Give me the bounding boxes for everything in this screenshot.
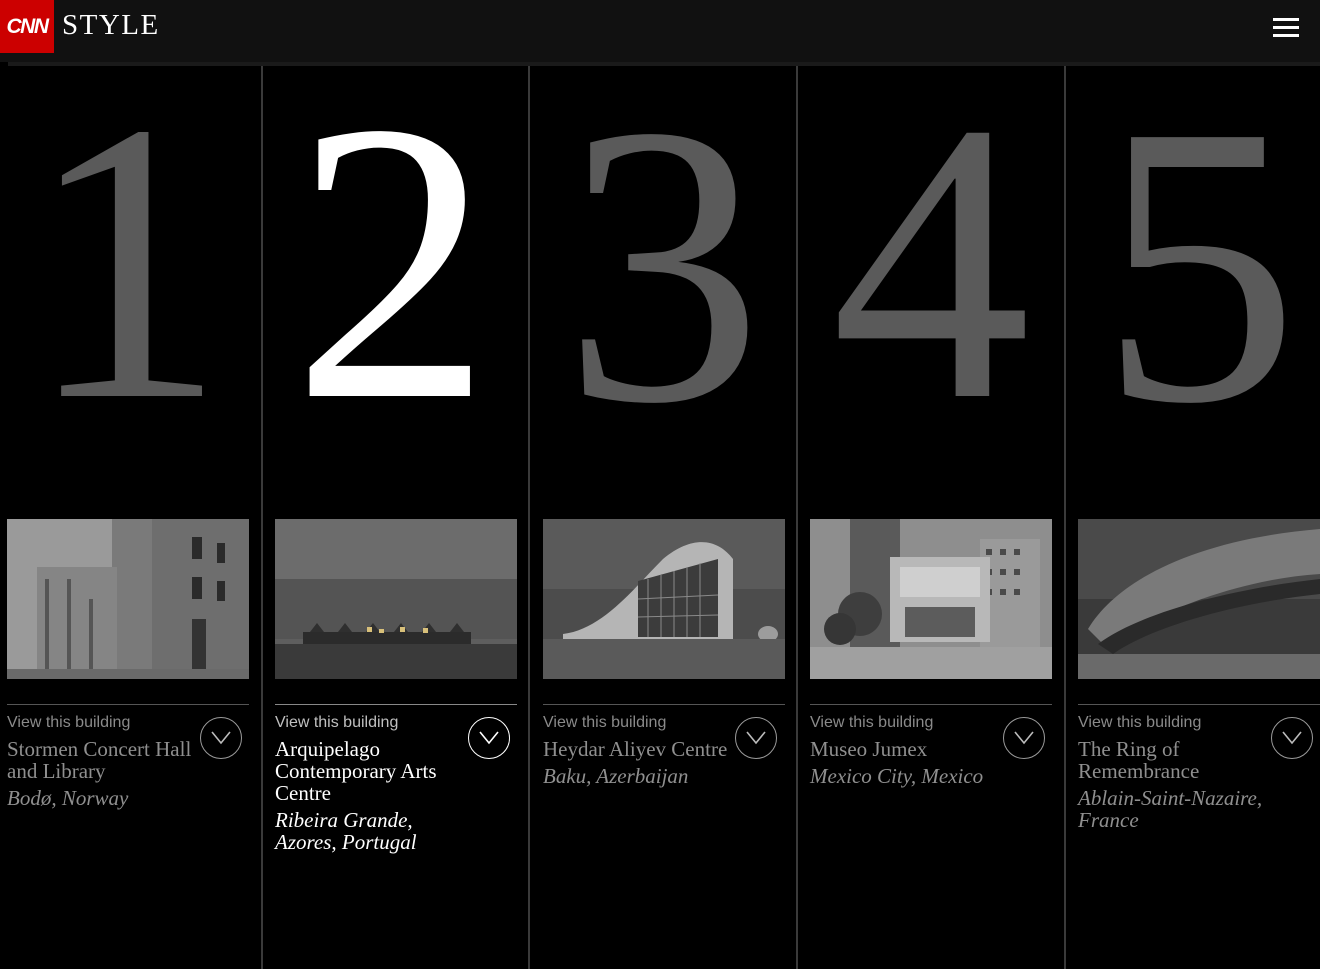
card-rule	[543, 704, 785, 705]
building-location: Ribeira Grande, Azores, Portugal	[275, 808, 417, 854]
building-card-4[interactable]: 4 View this building Museo Jumex Mexico …	[798, 40, 1064, 969]
building-name: Museo Jumex	[810, 737, 928, 761]
view-building-link[interactable]: View this building	[1078, 714, 1201, 732]
building-name: The Ring of Remembrance	[1078, 737, 1200, 783]
building-number-2: 2	[263, 40, 528, 483]
building-name-block: The Ring of Remembrance Ablain-Saint-Naz…	[1078, 738, 1293, 831]
building-name-block: Stormen Concert Hall and Library Bodø, N…	[7, 738, 197, 809]
number-glyph: 3	[563, 43, 763, 486]
building-number-5: 5	[1066, 43, 1320, 486]
building-photo[interactable]	[1078, 519, 1320, 679]
building-name: Heydar Aliyev Centre	[543, 737, 728, 761]
building-card-1[interactable]: 1 View this building Stormen Concert Hal…	[0, 40, 261, 969]
view-building-link[interactable]: View this building	[7, 714, 130, 732]
building-location: Mexico City, Mexico	[810, 764, 984, 788]
chevron-down-icon[interactable]	[735, 717, 777, 759]
building-name-block: Heydar Aliyev Centre Baku, Azerbaijan	[543, 738, 733, 787]
building-number-4: 4	[798, 40, 1064, 483]
building-name-block: Arquipelago Contemporary Arts Centre Rib…	[275, 738, 475, 853]
card-rule	[810, 704, 1052, 705]
building-number-1: 1	[0, 40, 261, 483]
building-location: Ablain-Saint-Nazaire, France	[1078, 786, 1263, 832]
view-building-link[interactable]: View this building	[543, 714, 666, 732]
building-photo[interactable]	[7, 519, 249, 679]
view-building-link[interactable]: View this building	[810, 714, 933, 732]
building-location: Bodø, Norway	[7, 786, 129, 810]
card-rule	[7, 704, 249, 705]
building-card-2[interactable]: 2 View this building Arquipelago Contemp…	[263, 40, 528, 969]
building-photo[interactable]	[275, 519, 517, 679]
building-location: Baku, Azerbaijan	[543, 764, 689, 788]
building-photo[interactable]	[810, 519, 1052, 679]
building-card-5[interactable]: 5 View this building The Ring of Remembr…	[1066, 43, 1320, 969]
building-name: Arquipelago Contemporary Arts Centre	[275, 737, 437, 805]
building-number-3: 3	[530, 43, 796, 486]
card-rule	[1078, 704, 1320, 705]
number-glyph: 5	[1099, 43, 1299, 486]
hamburger-menu-icon[interactable]	[1270, 16, 1302, 40]
number-glyph: 4	[831, 40, 1031, 483]
chevron-down-icon[interactable]	[1003, 717, 1045, 759]
chevron-down-icon[interactable]	[200, 717, 242, 759]
card-rule	[275, 704, 517, 705]
section-title[interactable]: STYLE	[62, 9, 160, 42]
building-card-3[interactable]: 3 View this building Heydar Aliyev Centr…	[530, 43, 796, 969]
view-building-link[interactable]: View this building	[275, 714, 398, 732]
building-photo[interactable]	[543, 519, 785, 679]
cnn-logo-text: CNN	[6, 14, 50, 38]
number-glyph: 1	[26, 40, 226, 483]
building-name-block: Museo Jumex Mexico City, Mexico	[810, 738, 1000, 787]
number-glyph: 2	[292, 40, 492, 483]
building-name: Stormen Concert Hall and Library	[7, 737, 192, 783]
